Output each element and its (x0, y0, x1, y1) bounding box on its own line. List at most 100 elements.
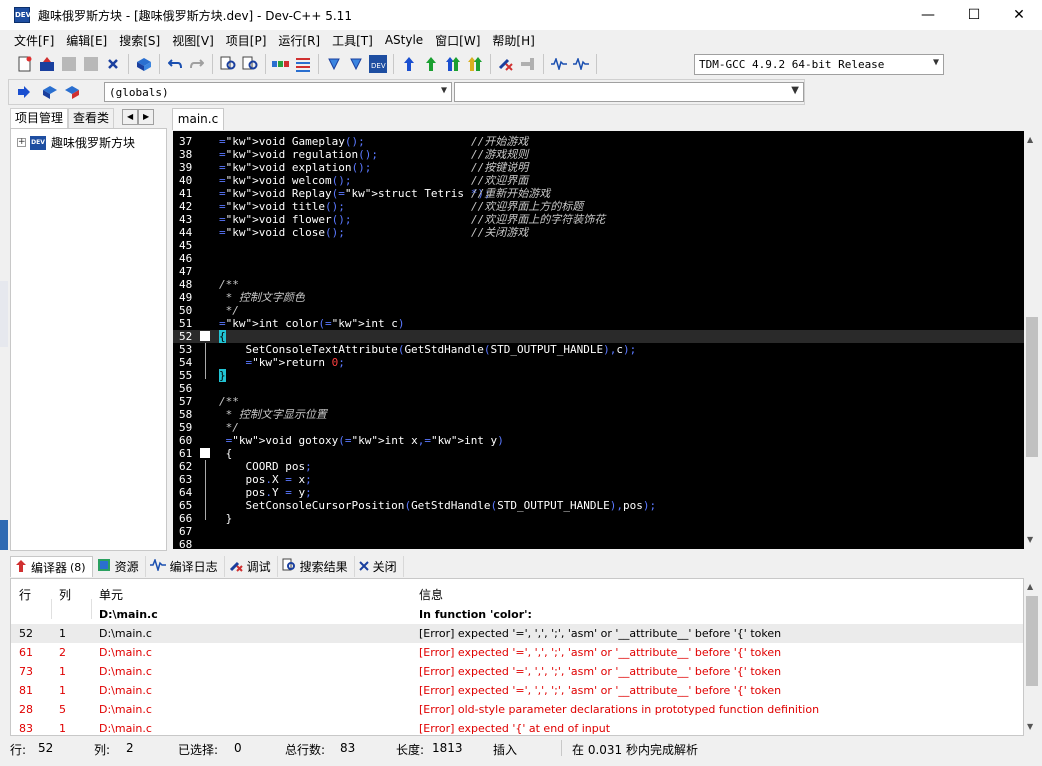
code-line[interactable]: 48 /** (173, 278, 1024, 291)
close-file-icon[interactable] (104, 55, 122, 73)
code-line[interactable]: 57 /** (173, 395, 1024, 408)
goto-bookmark-icon[interactable] (347, 55, 365, 73)
code-line[interactable]: 54 ="kw">return 0; (173, 356, 1024, 369)
menu-window[interactable]: 窗口[W] (429, 32, 486, 49)
code-line[interactable]: 60 ="kw">void gotoxy(="kw">int x,="kw">i… (173, 434, 1024, 447)
open-project-icon[interactable] (38, 55, 56, 73)
fold-marker-icon[interactable] (200, 331, 210, 341)
toggle-comment-icon[interactable] (41, 83, 59, 101)
messages-scrollbar[interactable]: ▲ ▼ (1024, 578, 1040, 736)
code-editor[interactable]: 37 ="kw">void Gameplay(); //开始游戏 38 ="kw">vo… (173, 131, 1024, 549)
toggle-bookmark-icon[interactable] (325, 55, 343, 73)
message-row[interactable]: 28 5 D:\main.c [Error] old-style parameter … (11, 700, 1023, 719)
code-line[interactable]: 45 (173, 239, 1024, 252)
code-line[interactable]: 59 */ (173, 421, 1024, 434)
expand-icon[interactable]: + (17, 138, 26, 147)
message-row[interactable]: 83 1 D:\main.c [Error] expected '{' at end … (11, 719, 1023, 735)
dev-options-icon[interactable]: DEV (369, 55, 387, 73)
scroll-up-icon[interactable]: ▲ (1027, 135, 1033, 144)
compile-run-icon[interactable] (444, 55, 462, 73)
maximize-button[interactable]: ☐ (951, 0, 997, 30)
bottom-tab-compiler[interactable]: 编译器 (8) (10, 556, 93, 577)
col-header-line[interactable]: 行 (19, 586, 31, 603)
code-line[interactable]: 38 ="kw">void regulation(); //游戏规则 (173, 148, 1024, 161)
bottom-tab-search-results[interactable]: 搜索结果 (278, 556, 355, 577)
menu-run[interactable]: 运行[R] (272, 32, 326, 49)
close-window-button[interactable]: ✕ (996, 0, 1042, 30)
code-line[interactable]: 64 pos.Y = y; (173, 486, 1024, 499)
menu-project[interactable]: 项目[P] (220, 32, 273, 49)
tab-project-manager[interactable]: 项目管理 (10, 108, 69, 128)
code-line[interactable]: 42 ="kw">void title(); //欢迎界面上方的标题 (173, 200, 1024, 213)
unindent-icon[interactable] (294, 55, 312, 73)
debug-check-icon[interactable] (497, 55, 515, 73)
menu-help[interactable]: 帮助[H] (486, 32, 540, 49)
col-header-col[interactable]: 列 (59, 586, 71, 603)
menu-file[interactable]: 文件[F] (8, 32, 60, 49)
menu-search[interactable]: 搜索[S] (113, 32, 166, 49)
menu-edit[interactable]: 编辑[E] (60, 32, 113, 49)
scope-select[interactable]: (globals) ▼ (104, 82, 452, 102)
code-line[interactable]: 53 SetConsoleTextAttribute(GetStdHandle(… (173, 343, 1024, 356)
save-icon[interactable] (60, 55, 78, 73)
message-row[interactable]: 52 1 D:\main.c [Error] expected '=', ',', '… (11, 624, 1023, 643)
code-line[interactable]: 37 ="kw">void Gameplay(); //开始游戏 (173, 135, 1024, 148)
tab-scroll-right-icon[interactable]: ▶ (138, 109, 155, 125)
code-line[interactable]: 49 * 控制文字颜色 (173, 291, 1024, 304)
code-line[interactable]: 41 ="kw">void Replay(="kw">struct Tetris … (173, 187, 1024, 200)
file-tab-main-c[interactable]: main.c (172, 108, 224, 130)
fold-marker-icon[interactable] (200, 448, 210, 458)
stop-execution-icon[interactable] (519, 55, 537, 73)
scroll-up-icon[interactable]: ▲ (1027, 582, 1033, 591)
code-line[interactable]: 63 pos.X = x; (173, 473, 1024, 486)
tab-scroll-left-icon[interactable]: ◀ (122, 109, 139, 125)
code-line[interactable]: 39 ="kw">void explation(); //按键说明 (173, 161, 1024, 174)
code-line[interactable]: 65 SetConsoleCursorPosition(GetStdHandle… (173, 499, 1024, 512)
code-line[interactable]: 52{ (173, 330, 1024, 343)
code-line[interactable]: 40 ="kw">void welcom(); //欢迎界面 (173, 174, 1024, 187)
bottom-tab-debug[interactable]: 调试 (225, 556, 278, 577)
menu-tools[interactable]: 工具[T] (326, 32, 379, 49)
project-tree-item[interactable]: + DEV 趣味俄罗斯方块 (17, 134, 135, 151)
code-line[interactable]: 50 */ (173, 304, 1024, 317)
delete-profile-icon[interactable] (572, 55, 590, 73)
replace-icon[interactable] (241, 55, 259, 73)
members-select[interactable]: ▼ (454, 82, 804, 102)
menu-view[interactable]: 视图[V] (166, 32, 220, 49)
bottom-tab-log[interactable]: 编译日志 (146, 556, 225, 577)
new-file-icon[interactable] (16, 55, 34, 73)
code-line[interactable]: 46 (173, 252, 1024, 265)
undo-icon[interactable] (166, 55, 184, 73)
rebuild-icon[interactable] (466, 55, 484, 73)
code-line[interactable]: 55} (173, 369, 1024, 382)
messages-scroll-thumb[interactable] (1026, 596, 1038, 686)
minimize-button[interactable]: — (905, 0, 951, 30)
message-row[interactable]: D:\main.c In function 'color': (11, 605, 1023, 624)
message-row[interactable]: 81 1 D:\main.c [Error] expected '=', ',', '… (11, 681, 1023, 700)
indent-icon[interactable] (272, 55, 290, 73)
code-line[interactable]: 56 (173, 382, 1024, 395)
col-header-unit[interactable]: 单元 (99, 586, 123, 603)
code-line[interactable]: 61 { (173, 447, 1024, 460)
print-icon[interactable] (135, 55, 153, 73)
compiler-select[interactable]: TDM-GCC 4.9.2 64-bit Release ▼ (694, 54, 944, 75)
code-line[interactable]: 44 ="kw">void close(); //关闭游戏 (173, 226, 1024, 239)
editor-scrollbar[interactable]: ▲ ▼ (1024, 131, 1040, 549)
code-line[interactable]: 68 (173, 538, 1024, 549)
code-line[interactable]: 58 * 控制文字显示位置 (173, 408, 1024, 421)
code-line[interactable]: 66 } (173, 512, 1024, 525)
code-line[interactable]: 67 (173, 525, 1024, 538)
scroll-down-icon[interactable]: ▼ (1027, 535, 1033, 544)
code-line[interactable]: 62 COORD pos; (173, 460, 1024, 473)
message-row[interactable]: 61 2 D:\main.c [Error] expected '=', ',', '… (11, 643, 1023, 662)
save-all-icon[interactable] (82, 55, 100, 73)
message-row[interactable]: 73 1 D:\main.c [Error] expected '=', ',', '… (11, 662, 1023, 681)
menu-astyle[interactable]: AStyle (379, 33, 429, 47)
profile-icon[interactable] (550, 55, 568, 73)
scroll-down-icon[interactable]: ▼ (1027, 722, 1033, 731)
code-line[interactable]: 47 (173, 265, 1024, 278)
compile-icon[interactable] (400, 55, 418, 73)
run-icon[interactable] (422, 55, 440, 73)
col-header-message[interactable]: 信息 (419, 586, 443, 603)
bottom-tab-close[interactable]: 关闭 (355, 556, 404, 577)
